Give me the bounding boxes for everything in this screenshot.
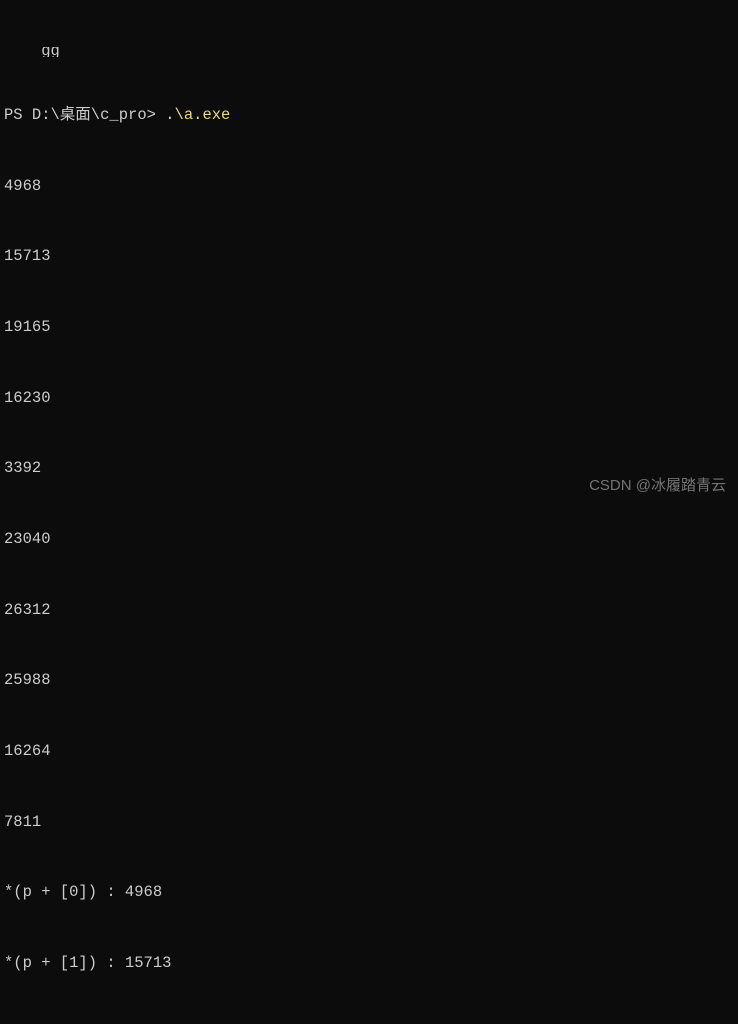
output-line: 26312 (4, 599, 734, 623)
terminal-output[interactable]: gg PS D:\桌面\c_pro> .\a.exe 4968 15713 19… (0, 0, 738, 1024)
output-line: 16230 (4, 387, 734, 411)
output-line: 23040 (4, 528, 734, 552)
pointer-line: *(p + [0]) : 4968 (4, 881, 734, 905)
command-text: .\a.exe (165, 104, 230, 128)
output-line: 4968 (4, 175, 734, 199)
partial-previous-line: gg (4, 47, 734, 57)
prompt-prefix: PS D:\桌面\c_pro> (4, 104, 165, 128)
pointer-line: *(p + [1]) : 15713 (4, 952, 734, 976)
output-line: 15713 (4, 245, 734, 269)
output-line: 16264 (4, 740, 734, 764)
output-line: 19165 (4, 316, 734, 340)
output-line: 3392 (4, 457, 734, 481)
output-line: 7811 (4, 811, 734, 835)
output-line: 25988 (4, 669, 734, 693)
prompt-line: PS D:\桌面\c_pro> .\a.exe (4, 104, 734, 128)
pointer-line: *(p + [2]) : 19165 (4, 1023, 734, 1024)
